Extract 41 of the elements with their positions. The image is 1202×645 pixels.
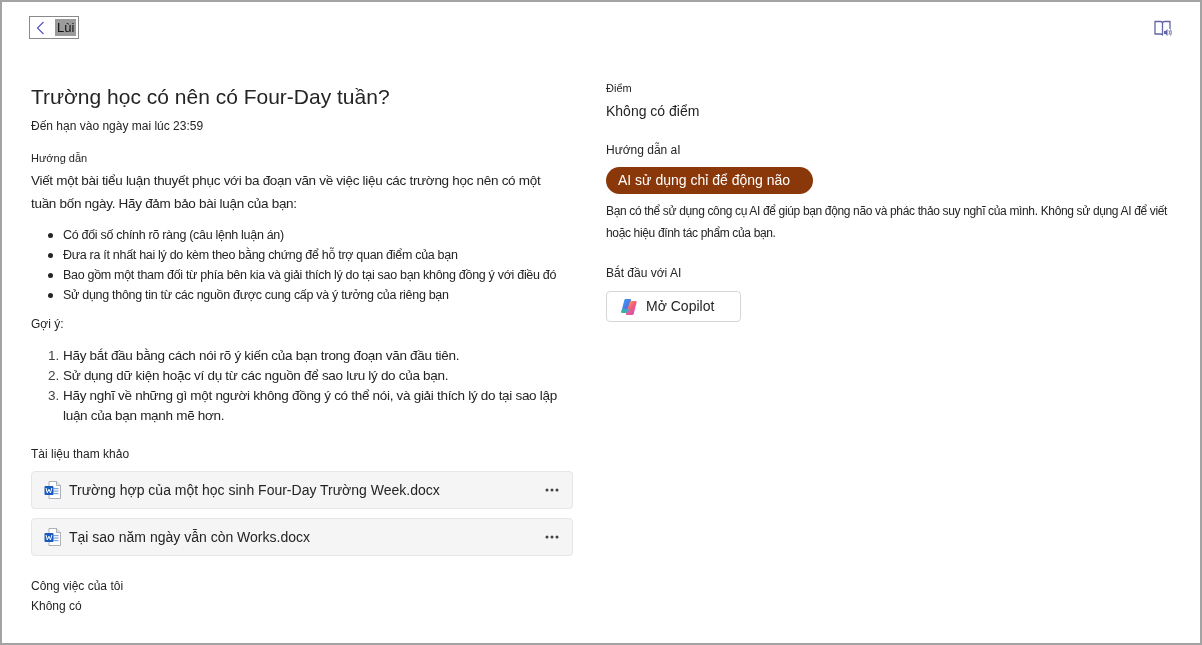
list-number: 2. bbox=[48, 367, 61, 385]
list-number: 1. bbox=[48, 347, 61, 365]
copilot-icon bbox=[620, 297, 638, 316]
ai-guidance-text: Bạn có thể sử dụng công cụ AI để giúp bạn động não và phác thảo suy nghĩ của mình. Không sử dụng AI để viết hoặc hiệu đính tác phẩm của bạn. bbox=[606, 203, 1169, 242]
bullet-icon bbox=[48, 233, 53, 238]
file-name: Tại sao năm ngày vẫn còn Works.docx bbox=[69, 528, 311, 546]
instruction-bullet: Đưa ra ít nhất hai lý do kèm theo bằng chứng để hỗ trợ quan điểm của bạn bbox=[63, 246, 458, 264]
back-button[interactable]: Lùi bbox=[29, 16, 80, 39]
hint-text: Sử dụng dữ kiện hoặc ví dụ từ các nguồn để sao lưu lý do của bạn. bbox=[63, 367, 450, 385]
more-options-icon[interactable] bbox=[545, 535, 559, 539]
points-label: Điểm bbox=[606, 81, 633, 95]
book-speaker-icon[interactable] bbox=[1154, 20, 1172, 37]
reference-file-card[interactable]: Trường hợp của một học sinh Four-Day Trường Week.docx bbox=[31, 471, 573, 509]
ai-usage-badge: AI sử dụng chỉ để động não bbox=[606, 167, 813, 194]
hints-label: Gợi ý: bbox=[31, 316, 65, 332]
start-ai-label: Bắt đầu với AI bbox=[606, 265, 683, 281]
my-work-label: Công việc của tôi bbox=[31, 578, 125, 594]
instructions-text: Viết một bài tiểu luận thuyết phục với ba đoạn văn về việc liệu các trường học nên có một tuần bốn ngày. Hãy đảm bảo bài luận của bạn: bbox=[31, 172, 542, 213]
instruction-bullet: Có đối số chính rõ ràng (câu lệnh luận án) bbox=[63, 227, 284, 244]
references-label: Tài liệu tham khảo bbox=[31, 446, 131, 462]
hint-text: Hãy nghĩ về những gì một người không đồng ý có thể nói, và giải thích lý do tại sao lập luận của bạn mạnh mẽ hơn. bbox=[63, 387, 558, 425]
hint-text: Hãy bắt đầu bằng cách nói rõ ý kiến của bạn trong đoạn văn đầu tiên. bbox=[63, 347, 461, 365]
list-number: 3. bbox=[48, 387, 61, 405]
file-name: Trường hợp của một học sinh Four-Day Trường Week.docx bbox=[69, 481, 441, 499]
bullet-icon bbox=[48, 273, 53, 278]
word-document-icon bbox=[44, 481, 61, 499]
instruction-bullet: Bao gồm một tham đối từ phía bên kia và giải thích lý do tại sao bạn không đồng ý với điều đó bbox=[63, 267, 557, 284]
more-options-icon[interactable] bbox=[545, 488, 559, 492]
open-copilot-button[interactable]: Mở Copilot bbox=[606, 291, 741, 322]
word-document-icon bbox=[44, 528, 61, 546]
instruction-bullet: Sử dụng thông tin từ các nguồn được cung cấp và ý tưởng của riêng bạn bbox=[63, 287, 449, 304]
bullet-icon bbox=[48, 253, 53, 258]
assignment-title: Trường học có nên có Four-Day tuần? bbox=[31, 84, 391, 110]
instructions-label: Hướng dẫn bbox=[31, 151, 89, 165]
chevron-left-icon bbox=[36, 20, 45, 35]
bullet-icon bbox=[48, 293, 53, 298]
ai-guidance-label: Hướng dẫn aI bbox=[606, 142, 682, 158]
due-date: Đến hạn vào ngày mai lúc 23:59 bbox=[31, 118, 205, 134]
points-value: Không có điểm bbox=[606, 102, 701, 120]
my-work-value: Không có bbox=[31, 598, 83, 614]
reference-file-card[interactable]: Tại sao năm ngày vẫn còn Works.docx bbox=[31, 518, 573, 556]
